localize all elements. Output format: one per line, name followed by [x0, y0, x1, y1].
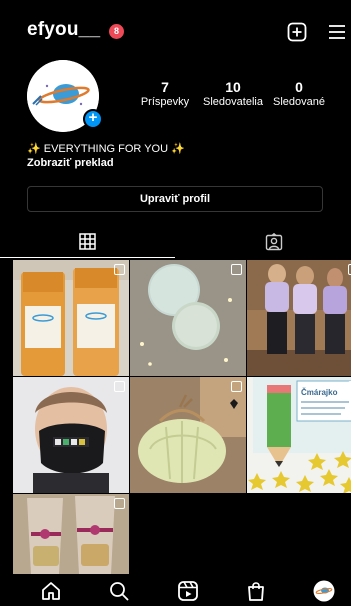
- tagged-icon: [265, 233, 283, 251]
- followers-count: 10: [225, 79, 241, 95]
- add-story-icon[interactable]: +: [83, 109, 103, 129]
- post-round-soaps[interactable]: [130, 260, 246, 376]
- post-pumpkin-soap[interactable]: [130, 377, 246, 493]
- profile-tabs: [0, 228, 351, 258]
- multiple-photos-icon: [114, 381, 125, 392]
- bottom-navigation: [0, 574, 351, 606]
- bio: ✨ EVERYTHING FOR YOU ✨ Zobraziť preklad: [27, 142, 185, 170]
- profile-header: + 7 Príspevky 10 Sledovatelia 0 Sledovan…: [0, 60, 351, 140]
- tab-tagged[interactable]: [176, 228, 351, 258]
- posts-label: Príspevky: [140, 96, 190, 108]
- post-people-face-masks[interactable]: [247, 260, 351, 376]
- multiple-photos-icon: [114, 264, 125, 275]
- post-pencil-card[interactable]: Čmárajko: [247, 377, 351, 493]
- post-serum-bottles[interactable]: [13, 260, 129, 376]
- followers-label: Sledovatelia: [203, 96, 263, 108]
- shop-icon[interactable]: [245, 580, 267, 602]
- reels-icon[interactable]: [177, 580, 199, 602]
- svg-text:Čmárajko: Čmárajko: [301, 388, 338, 397]
- active-tab-indicator: [0, 257, 175, 258]
- multiple-photos-icon: [231, 264, 242, 275]
- stat-followers[interactable]: 10 Sledovatelia: [198, 79, 268, 108]
- username[interactable]: efyou__: [27, 19, 100, 41]
- posts-grid: Čmárajko: [13, 260, 351, 574]
- see-translation-link[interactable]: Zobraziť preklad: [27, 156, 185, 170]
- following-count: 0: [295, 79, 303, 95]
- multiple-photos-icon: [114, 498, 125, 509]
- post-boy-face-mask[interactable]: [13, 377, 129, 493]
- stat-posts[interactable]: 7 Príspevky: [137, 79, 193, 108]
- search-icon[interactable]: [108, 580, 130, 602]
- notification-badge: 8: [109, 24, 124, 39]
- post-gift-bags[interactable]: [13, 494, 129, 574]
- following-label: Sledované: [273, 96, 325, 108]
- posts-count: 7: [161, 79, 169, 95]
- new-post-icon[interactable]: [287, 22, 307, 42]
- profile-avatar[interactable]: [313, 580, 335, 602]
- menu-icon[interactable]: [327, 23, 347, 41]
- edit-profile-button[interactable]: Upraviť profil: [27, 186, 323, 212]
- stat-following[interactable]: 0 Sledované: [268, 79, 330, 108]
- bio-text: ✨ EVERYTHING FOR YOU ✨: [27, 143, 185, 155]
- top-bar: efyou__ 8: [0, 0, 351, 60]
- home-icon[interactable]: [40, 580, 62, 602]
- tab-posts-grid[interactable]: [0, 228, 175, 258]
- multiple-photos-icon: [231, 381, 242, 392]
- grid-icon: [79, 233, 96, 250]
